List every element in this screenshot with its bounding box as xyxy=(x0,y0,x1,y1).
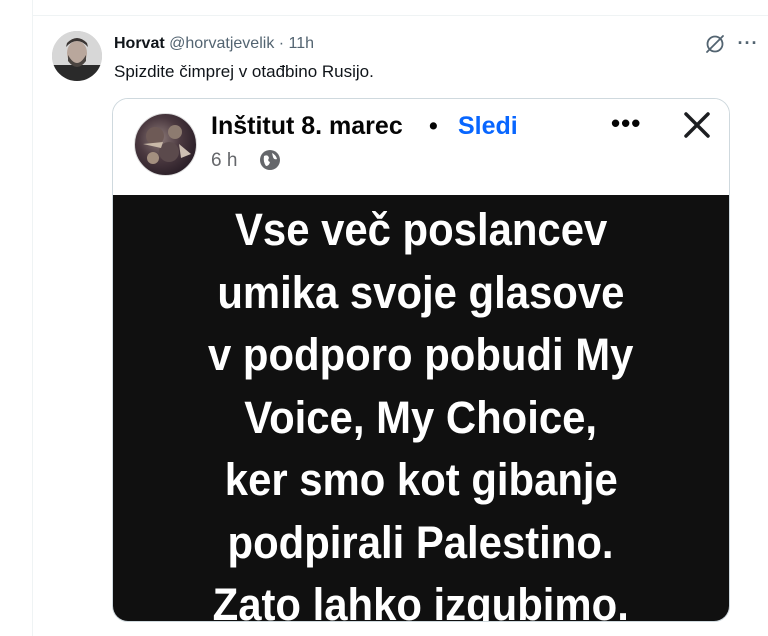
tweet-text: Spizdite čimprej v otađbino Rusijo. xyxy=(114,62,374,81)
page-name: Inštitut 8. marec xyxy=(211,112,403,140)
author-handle[interactable]: @horvatjevelik xyxy=(169,35,274,52)
post-time: 6 h xyxy=(211,150,238,171)
header-separator: · xyxy=(278,35,285,52)
quote-line: ker smo kot gibanje xyxy=(224,454,618,505)
tweet-timestamp[interactable]: 11h xyxy=(289,35,315,52)
post-more-icon: ••• xyxy=(611,108,642,138)
embedded-post-image[interactable]: Inštitut 8. marec • Sledi 6 h ••• Vse ve… xyxy=(112,98,730,622)
timeline-left-border xyxy=(32,0,33,636)
quote-line: v podporo pobudi My xyxy=(208,329,634,380)
top-divider xyxy=(32,15,768,16)
quote-line: Vse več poslancev xyxy=(234,204,608,255)
page-separator: • xyxy=(429,112,438,140)
page-avatar xyxy=(134,113,197,176)
grok-icon[interactable] xyxy=(704,33,726,55)
embedded-post-header: Inštitut 8. marec • Sledi 6 h ••• xyxy=(113,99,729,195)
quote-line: Zato lahko izgubimo. xyxy=(212,579,630,622)
quote-text-area: Vse več poslancev umika svoje glasove v … xyxy=(113,195,729,622)
close-icon xyxy=(681,109,713,141)
globe-icon xyxy=(259,149,281,171)
tweet-header: Horvat @horvatjevelik · 11h xyxy=(114,34,314,54)
author-avatar[interactable] xyxy=(52,31,102,81)
author-name[interactable]: Horvat xyxy=(114,35,165,52)
quote-line: Voice, My Choice, xyxy=(244,391,598,443)
quote-line: podpirali Palestino. xyxy=(227,516,615,568)
follow-button: Sledi xyxy=(458,112,518,140)
quote-line: umika svoje glasove xyxy=(217,266,625,318)
more-icon[interactable]: ··· xyxy=(736,32,760,54)
